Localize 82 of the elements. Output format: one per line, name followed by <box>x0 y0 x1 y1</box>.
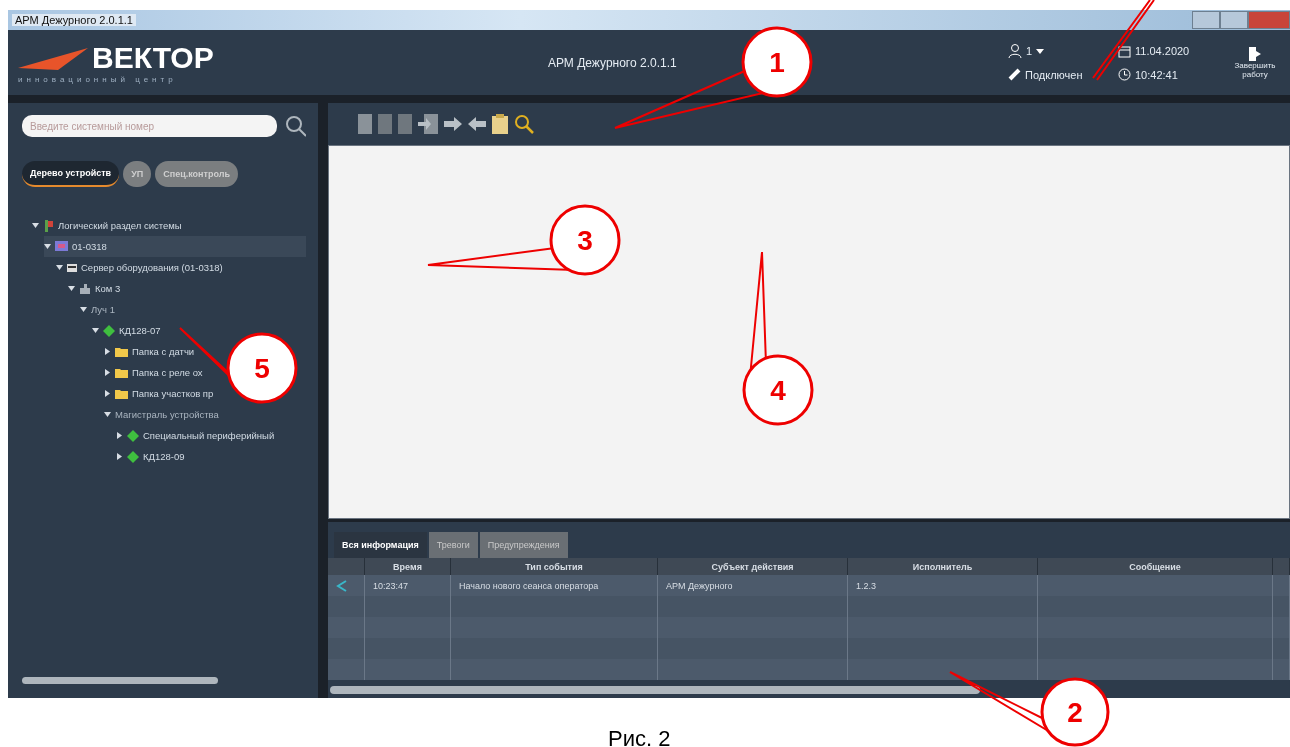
expanded-triangle-icon[interactable] <box>104 411 111 418</box>
arrow-logo-icon <box>18 46 88 70</box>
tree-item[interactable]: Магистраль устройства <box>104 404 223 425</box>
clock-icon <box>1118 68 1131 81</box>
table-cell <box>1273 638 1290 659</box>
table-cell <box>1273 575 1290 596</box>
collapsed-triangle-icon[interactable] <box>116 432 123 439</box>
tree-item[interactable]: КД128-07 <box>92 320 165 341</box>
search-field[interactable]: Введите системный номер <box>22 115 277 137</box>
column-header[interactable]: Тип события <box>451 558 658 575</box>
server-icon <box>67 263 77 272</box>
table-cell: 10:23:47 <box>365 575 451 596</box>
exit-door-icon <box>1249 46 1261 61</box>
table-cell <box>1273 596 1290 617</box>
user-icon <box>1008 44 1022 58</box>
expanded-triangle-icon[interactable] <box>56 264 63 271</box>
table-cell: Начало нового сеанса оператора <box>451 575 658 596</box>
folder-icon <box>115 346 128 357</box>
caret-icon <box>1036 48 1045 54</box>
scrollbar[interactable] <box>22 677 218 684</box>
expanded-triangle-icon[interactable] <box>44 243 51 250</box>
logo-text: ВЕКТОР <box>92 41 214 75</box>
scrollbar[interactable] <box>330 686 980 694</box>
folder-icon <box>115 388 128 399</box>
app-title: АРМ Дежурного 2.0.1.1 <box>548 55 677 70</box>
door-arrow-icon[interactable] <box>418 114 438 134</box>
exit-button[interactable]: Завершить работу <box>1230 45 1280 80</box>
expanded-triangle-icon[interactable] <box>80 306 87 313</box>
tree-item[interactable]: Папка участков пр <box>104 383 218 404</box>
table-cell <box>1273 659 1290 680</box>
tree-item[interactable]: Специальный периферийный <box>116 425 279 446</box>
user-selector[interactable]: 1 <box>1008 44 1118 58</box>
diamond-icon <box>103 324 115 337</box>
search-icon[interactable] <box>514 114 534 134</box>
collapsed-triangle-icon[interactable] <box>116 453 123 460</box>
tree-item[interactable]: 01-0318 <box>44 236 306 257</box>
table-cell <box>328 617 365 638</box>
table-cell <box>328 659 365 680</box>
table-cell <box>1273 617 1290 638</box>
plug-icon <box>1008 68 1021 81</box>
figure-caption: Рис. 2 <box>608 726 671 747</box>
tree-item[interactable]: Сервер оборудования (01-0318) <box>56 257 227 278</box>
table-cell: 1.2.3 <box>848 575 1038 596</box>
table-cell: АРМ Дежурного <box>658 575 848 596</box>
folder-icon <box>115 367 128 378</box>
column-header[interactable]: Сообщение <box>1038 558 1273 575</box>
column-header[interactable]: Субъект действия <box>658 558 848 575</box>
time-text: 10:42:41 <box>1118 68 1228 81</box>
flag-icon <box>43 219 54 232</box>
collapsed-triangle-icon[interactable] <box>104 390 111 397</box>
share-icon <box>336 579 348 592</box>
left-arrow-icon[interactable] <box>468 117 486 131</box>
logo-subtitle: инновационный центр <box>18 75 178 84</box>
tree-item[interactable]: Логический раздел системы <box>32 215 186 236</box>
collapsed-triangle-icon[interactable] <box>104 369 111 376</box>
expanded-triangle-icon[interactable] <box>32 222 39 229</box>
expanded-triangle-icon[interactable] <box>92 327 99 334</box>
clipboard-icon[interactable] <box>492 114 508 134</box>
tree-item[interactable]: Папка с датчи <box>104 341 199 362</box>
tree-item[interactable]: КД128-09 <box>116 446 189 467</box>
tab[interactable]: Вся информация <box>334 532 427 558</box>
diamond-icon <box>127 450 139 463</box>
expanded-triangle-icon[interactable] <box>68 285 75 292</box>
right-arrow-icon[interactable] <box>444 117 462 131</box>
calendar-icon <box>1118 44 1131 58</box>
date-text: 11.04.2020 <box>1118 44 1228 58</box>
tree-item[interactable]: Папка с реле ох <box>104 362 207 383</box>
window-title: АРМ Дежурного 2.0.1.1 <box>12 14 136 26</box>
column-header <box>328 558 365 575</box>
column-header <box>1273 558 1290 575</box>
search-icon[interactable] <box>284 115 306 137</box>
plug-icon <box>79 282 91 295</box>
column-header[interactable]: Исполнитель <box>848 558 1038 575</box>
connection-status: Подключен <box>1008 68 1118 81</box>
tree-item[interactable]: Луч 1 <box>80 299 119 320</box>
monitor-icon <box>55 240 68 253</box>
column-header[interactable]: Время <box>365 558 451 575</box>
diamond-icon <box>127 429 139 442</box>
tree-item[interactable]: Ком 3 <box>68 278 125 299</box>
table-cell <box>328 638 365 659</box>
tab[interactable]: Дерево устройств <box>22 161 120 187</box>
collapsed-triangle-icon[interactable] <box>104 348 111 355</box>
